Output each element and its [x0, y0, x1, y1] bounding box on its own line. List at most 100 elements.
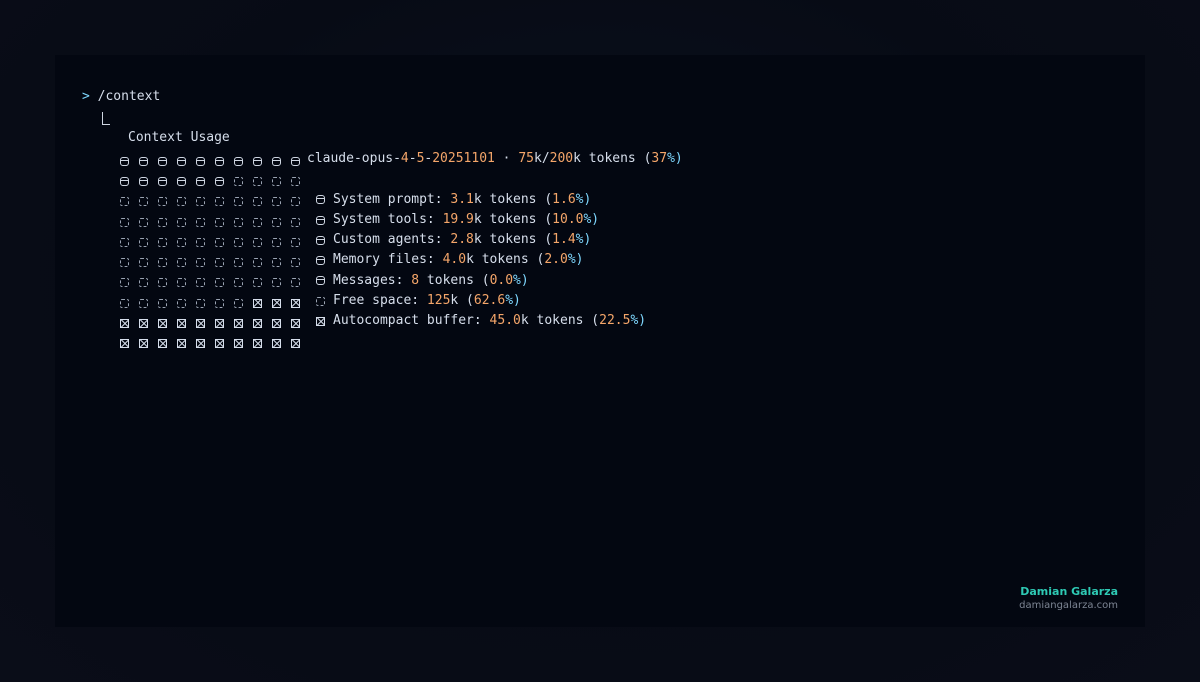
- free-block-icon: [234, 176, 243, 186]
- category-label: Free space:: [333, 293, 427, 309]
- grid-row: [119, 273, 309, 293]
- grid-cell: [233, 195, 252, 209]
- category-icon-slot: [316, 296, 333, 306]
- grid-cell: [271, 174, 290, 188]
- buffer-block-icon: [215, 319, 224, 329]
- category-percent-suffix: %): [567, 252, 584, 268]
- used-block-icon: [316, 276, 325, 286]
- buffer-block-icon: [139, 319, 148, 329]
- buffer-block-icon: [139, 339, 148, 349]
- grid-cell: [252, 154, 271, 168]
- grid-cell: [119, 337, 138, 351]
- grid-cell: [176, 276, 195, 290]
- grid-cell: [195, 317, 214, 331]
- grid-cell: [271, 276, 290, 290]
- category-percent-suffix: %): [575, 191, 592, 207]
- free-block-icon: [158, 217, 167, 227]
- grid-cell: [214, 215, 233, 229]
- used-block-icon: [316, 256, 325, 266]
- category-unit: k tokens (: [473, 232, 553, 248]
- free-block-icon: [234, 197, 243, 207]
- free-block-icon: [120, 258, 129, 268]
- category-row: System tools: 19.9 k tokens (10.0%): [307, 210, 683, 230]
- category-unit: k tokens (: [473, 211, 553, 227]
- free-block-icon: [253, 237, 262, 247]
- grid-cell: [252, 276, 271, 290]
- free-block-icon: [120, 217, 129, 227]
- model-name-part: 4: [400, 151, 409, 166]
- buffer-block-icon: [291, 298, 300, 308]
- grid-cell: [119, 296, 138, 310]
- usage-percent: 37: [651, 151, 668, 166]
- brand-name: Damian Galarza: [1020, 585, 1118, 598]
- buffer-block-icon: [158, 319, 167, 329]
- command-text: /context: [97, 89, 161, 104]
- grid-cell: [214, 256, 233, 270]
- grid-cell: [176, 174, 195, 188]
- category-label: Memory files:: [333, 252, 443, 268]
- grid-cell: [233, 337, 252, 351]
- grid-cell: [195, 195, 214, 209]
- tokens-used-unit: k/: [534, 151, 550, 166]
- grid-cell: [138, 276, 157, 290]
- used-block-icon: [177, 176, 186, 186]
- grid-cell: [214, 337, 233, 351]
- category-value: 125: [426, 293, 451, 309]
- buffer-block-icon: [158, 339, 167, 349]
- grid-cell: [252, 235, 271, 249]
- grid-cell: [271, 256, 290, 270]
- free-block-icon: [253, 258, 262, 268]
- grid-cell: [138, 317, 157, 331]
- free-block-icon: [215, 237, 224, 247]
- grid-cell: [195, 235, 214, 249]
- used-block-icon: [316, 195, 325, 205]
- buffer-block-icon: [234, 319, 243, 329]
- grid-cell: [157, 195, 176, 209]
- grid-cell: [138, 256, 157, 270]
- grid-cell: [138, 215, 157, 229]
- free-block-icon: [196, 258, 205, 268]
- category-row: Custom agents: 2.8 k tokens (1.4%): [307, 230, 683, 250]
- free-block-icon: [234, 258, 243, 268]
- category-percent-suffix: %): [583, 211, 600, 227]
- buffer-block-icon: [253, 339, 262, 349]
- free-block-icon: [316, 296, 325, 306]
- free-block-icon: [158, 278, 167, 288]
- free-block-icon: [158, 197, 167, 207]
- category-icon-slot: [316, 215, 333, 225]
- category-icon-slot: [316, 235, 333, 245]
- grid-cell: [214, 276, 233, 290]
- category-percent-suffix: %): [505, 293, 521, 309]
- grid-cell: [195, 276, 214, 290]
- grid-cell: [214, 154, 233, 168]
- free-block-icon: [139, 217, 148, 227]
- free-block-icon: [120, 197, 129, 207]
- grid-cell: [138, 195, 157, 209]
- grid-row: [119, 212, 309, 232]
- used-block-icon: [291, 156, 300, 166]
- grid-cell: [138, 296, 157, 310]
- category-label: System prompt:: [333, 191, 451, 207]
- grid-cell: [233, 215, 252, 229]
- grid-cell: [176, 296, 195, 310]
- category-unit: k (: [450, 293, 474, 309]
- grid-cell: [252, 317, 271, 331]
- category-row: Free space: 125 k (62.6%): [307, 291, 683, 311]
- free-block-icon: [177, 217, 186, 227]
- category-percent-suffix: %): [630, 313, 647, 329]
- tree-elbow-icon: [102, 112, 110, 125]
- grid-cell: [271, 337, 290, 351]
- tokens-total: 200: [549, 151, 574, 166]
- grid-cell: [176, 317, 195, 331]
- grid-cell: [195, 174, 214, 188]
- grid-cell: [214, 296, 233, 310]
- category-unit: tokens (: [419, 272, 490, 288]
- buffer-block-icon: [316, 317, 325, 327]
- category-unit: k tokens (: [473, 191, 553, 207]
- buffer-block-icon: [177, 319, 186, 329]
- grid-cell: [119, 317, 138, 331]
- used-block-icon: [215, 156, 224, 166]
- grid-cell: [252, 296, 271, 310]
- free-block-icon: [272, 217, 281, 227]
- category-icon-slot: [316, 195, 333, 205]
